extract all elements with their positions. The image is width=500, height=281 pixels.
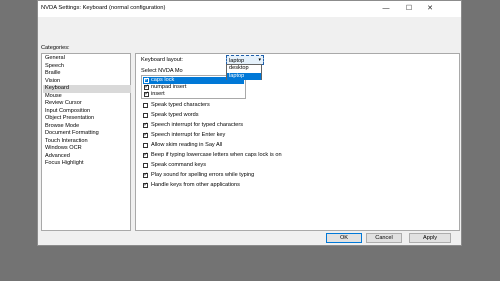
modifier-label: caps lock: [151, 77, 175, 83]
category-vision[interactable]: Vision: [43, 78, 131, 86]
option-label: Speak typed words: [151, 112, 199, 118]
category-windows-ocr[interactable]: Windows OCR: [43, 145, 131, 153]
category-braille[interactable]: Braille: [43, 70, 131, 78]
layout-option-desktop[interactable]: desktop: [227, 65, 261, 72]
modifier-item-numpad-insert[interactable]: numpad insert: [143, 84, 244, 91]
option-label: Allow skim reading in Say All: [151, 142, 223, 148]
apply-button[interactable]: Apply: [409, 233, 451, 243]
option-label: Play sound for spelling errors while typ…: [151, 172, 255, 178]
category-advanced[interactable]: Advanced: [43, 153, 131, 161]
categories-label: Categories:: [41, 45, 70, 51]
cancel-button[interactable]: Cancel: [366, 233, 402, 243]
checkbox[interactable]: [143, 151, 148, 159]
category-document-formatting[interactable]: Document Formatting: [43, 130, 131, 138]
modifier-label: numpad insert: [151, 84, 187, 90]
chevron-down-icon: ▾: [258, 57, 261, 63]
keyboard-layout-dropdown: desktop laptop: [226, 64, 262, 80]
option-label: Speech interrupt for typed characters: [151, 122, 244, 128]
checkbox[interactable]: [143, 162, 148, 168]
settings-window: NVDA Settings: Keyboard (normal configur…: [37, 0, 462, 246]
category-general[interactable]: General: [43, 55, 131, 63]
checkbox[interactable]: [143, 112, 148, 118]
checkbox[interactable]: [143, 121, 148, 129]
checkbox[interactable]: [144, 84, 149, 91]
checkbox[interactable]: [144, 91, 149, 98]
category-touch-interaction[interactable]: Touch Interaction: [43, 138, 131, 146]
option-label: Speak command keys: [151, 162, 207, 168]
option-label: Speech interrupt for Enter key: [151, 132, 226, 138]
keyboard-layout-label: Keyboard layout:: [141, 57, 183, 63]
category-mouse[interactable]: Mouse: [43, 93, 131, 101]
modifier-item-insert[interactable]: insert: [143, 91, 244, 98]
category-browse-mode[interactable]: Browse Mode: [43, 123, 131, 131]
option-label: Handle keys from other applications: [151, 182, 240, 188]
minimize-button[interactable]: —: [375, 1, 397, 17]
option-label: Beep if typing lowercase letters when ca…: [151, 152, 282, 158]
layout-option-laptop[interactable]: laptop: [227, 72, 261, 80]
ok-button[interactable]: OK: [326, 233, 362, 243]
category-input-composition[interactable]: Input Composition: [43, 108, 131, 116]
checkbox[interactable]: [143, 102, 148, 108]
close-button[interactable]: ✕: [419, 1, 441, 17]
category-review-cursor[interactable]: Review Cursor: [43, 100, 131, 108]
category-focus-highlight[interactable]: Focus Highlight: [43, 160, 131, 168]
checkbox[interactable]: [143, 131, 148, 139]
modifier-label: insert: [151, 91, 165, 97]
title-bar: NVDA Settings: Keyboard (normal configur…: [38, 1, 461, 17]
categories-list[interactable]: General Speech Braille Vision Keyboard M…: [41, 53, 131, 231]
checkbox[interactable]: [143, 181, 148, 189]
keyboard-layout-value: laptop: [229, 57, 245, 64]
option-label: Speak typed characters: [151, 102, 210, 108]
category-keyboard[interactable]: Keyboard: [43, 85, 131, 93]
window-title: NVDA Settings: Keyboard (normal configur…: [41, 5, 166, 11]
checkbox[interactable]: [143, 142, 148, 148]
checkbox[interactable]: [143, 171, 148, 179]
modifier-keys-label: Select NVDA Mo: [141, 68, 183, 74]
category-speech[interactable]: Speech: [43, 63, 131, 71]
maximize-button[interactable]: ☐: [398, 1, 420, 17]
category-object-presentation[interactable]: Object Presentation: [43, 115, 131, 123]
checkbox[interactable]: [144, 77, 149, 84]
